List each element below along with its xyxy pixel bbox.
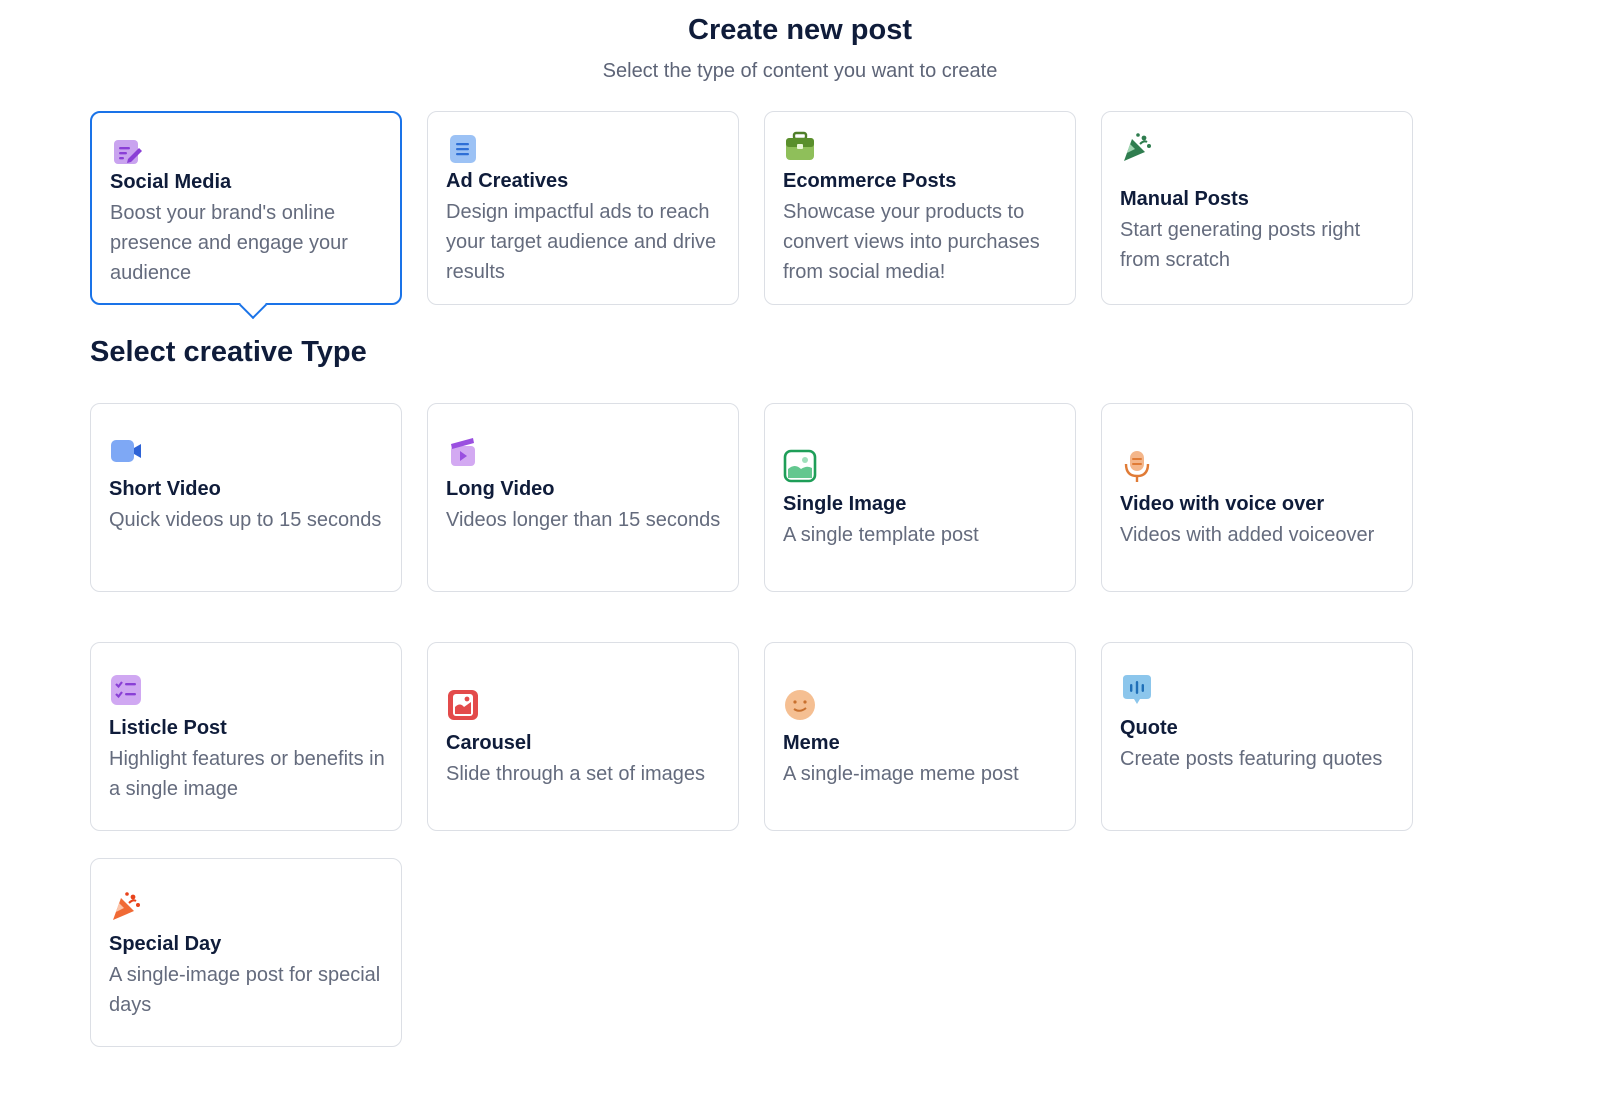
card-description: Videos with added voiceover <box>1120 524 1375 546</box>
creative-card-single-image[interactable]: Single Image A single template post <box>764 403 1076 592</box>
card-title: Special Day <box>109 933 222 955</box>
content-type-card-social-media[interactable]: Social Media Boost your brand's online p… <box>90 111 402 320</box>
shopping-bag-icon <box>783 130 817 164</box>
card-title: Ad Creatives <box>446 170 569 192</box>
party-popper-icon <box>1120 130 1154 164</box>
card-description: Highlight features or benefits in a sing… <box>109 748 385 800</box>
page-title: Create new post <box>688 14 912 46</box>
selection-pointer <box>238 290 268 320</box>
clapperboard-icon <box>446 434 480 468</box>
card-description: Boost your brand's online presence and e… <box>110 202 348 284</box>
party-popper-icon <box>109 889 143 923</box>
card-title: Video with voice over <box>1120 493 1325 515</box>
content-type-card-ecommerce-posts[interactable]: Ecommerce Posts Showcase your products t… <box>764 111 1076 305</box>
microphone-icon <box>1120 449 1154 483</box>
creative-card-short-video[interactable]: Short Video Quick videos up to 15 second… <box>90 403 402 592</box>
document-icon <box>446 132 480 166</box>
image-icon <box>783 449 817 483</box>
video-camera-icon <box>109 434 143 468</box>
card-title: Ecommerce Posts <box>783 170 957 192</box>
creative-card-video-with-voice-over[interactable]: Video with voice over Videos with added … <box>1101 403 1413 592</box>
card-description: Start generating posts right from scratc… <box>1120 219 1361 271</box>
card-description: Quick videos up to 15 seconds <box>109 509 382 531</box>
image-stack-icon <box>446 688 480 722</box>
page-subtitle: Select the type of content you want to c… <box>602 60 998 82</box>
card-description: Showcase your products to convert views … <box>783 201 1040 283</box>
edit-note-icon <box>110 135 144 169</box>
card-title: Manual Posts <box>1120 188 1249 210</box>
card-title: Listicle Post <box>109 717 227 739</box>
creative-card-listicle-post[interactable]: Listicle Post Highlight features or bene… <box>90 642 402 831</box>
card-description: A single template post <box>783 524 979 546</box>
card-title: Quote <box>1120 717 1178 739</box>
creative-card-long-video[interactable]: Long Video Videos longer than 15 seconds <box>427 403 739 592</box>
card-description: Slide through a set of images <box>446 763 706 785</box>
card-description: A single-image meme post <box>783 763 1019 785</box>
card-description: A single-image post for special days <box>109 964 381 1016</box>
card-title: Single Image <box>783 493 907 515</box>
content-type-card-ad-creatives[interactable]: Ad Creatives Design impactful ads to rea… <box>427 111 739 305</box>
card-description: Design impactful ads to reach your targe… <box>446 201 717 283</box>
creative-card-special-day[interactable]: Special Day A single-image post for spec… <box>90 858 402 1047</box>
creative-card-carousel[interactable]: Carousel Slide through a set of images <box>427 642 739 831</box>
section-title: Select creative Type <box>90 336 367 368</box>
card-description: Videos longer than 15 seconds <box>446 509 721 531</box>
creative-card-quote[interactable]: Quote Create posts featuring quotes <box>1101 642 1413 831</box>
card-title: Carousel <box>446 732 532 754</box>
card-description: Create posts featuring quotes <box>1120 748 1383 770</box>
card-title: Social Media <box>110 171 232 193</box>
speech-bubble-icon <box>1120 673 1154 707</box>
card-title: Long Video <box>446 478 555 500</box>
card-title: Short Video <box>109 478 221 500</box>
checklist-icon <box>109 673 143 707</box>
smiley-face-icon <box>783 688 817 722</box>
card-title: Meme <box>783 732 840 754</box>
content-type-card-manual-posts[interactable]: Manual Posts Start generating posts righ… <box>1101 111 1413 305</box>
creative-card-meme[interactable]: Meme A single-image meme post <box>764 642 1076 831</box>
